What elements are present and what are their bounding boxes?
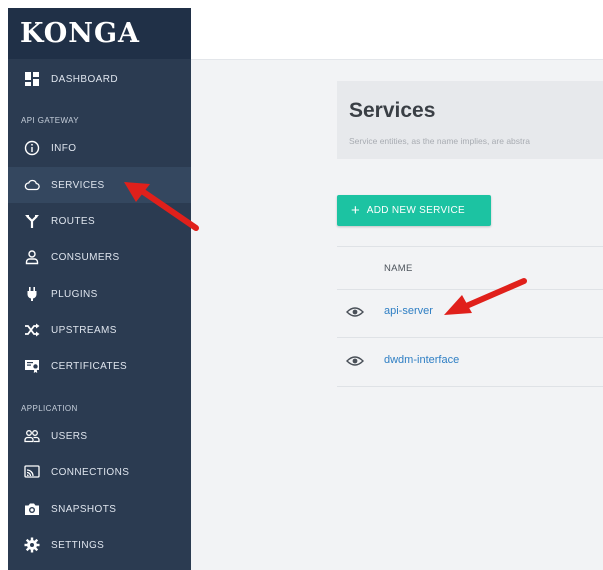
sidebar-item-routes[interactable]: ROUTES xyxy=(8,203,191,239)
shuffle-icon xyxy=(23,321,41,339)
sidebar-item-label: SETTINGS xyxy=(51,539,105,551)
sidebar-item-upstreams[interactable]: UPSTREAMS xyxy=(8,312,191,348)
cloud-icon xyxy=(23,176,41,194)
sidebar-item-label: CONNECTIONS xyxy=(51,466,130,478)
sidebar-item-plugins[interactable]: PLUGINS xyxy=(8,276,191,312)
page-description: Service entities, as the name implies, a… xyxy=(349,136,530,146)
konga-logo[interactable]: KONGA xyxy=(8,8,191,59)
dashboard-icon xyxy=(23,70,41,88)
users-icon xyxy=(23,427,41,445)
sidebar-item-settings[interactable]: SETTINGS xyxy=(8,527,191,563)
sidebar-item-label: SNAPSHOTS xyxy=(51,503,117,515)
sidebar-item-label: DASHBOARD xyxy=(51,73,118,85)
sidebar-item-info[interactable]: INFO xyxy=(8,130,191,166)
user-icon xyxy=(23,248,41,266)
sidebar-item-label: UPSTREAMS xyxy=(51,324,117,336)
routes-icon xyxy=(23,212,41,230)
certificate-icon xyxy=(23,357,41,375)
sidebar-item-label: USERS xyxy=(51,430,88,442)
page-header: Services Service entities, as the name i… xyxy=(337,81,603,159)
table-row: api-server xyxy=(337,289,603,338)
plug-icon xyxy=(23,285,41,303)
column-header-name[interactable]: NAME xyxy=(384,263,413,274)
add-new-service-button[interactable]: + ADD NEW SERVICE xyxy=(337,195,491,226)
sidebar-item-consumers[interactable]: CONSUMERS xyxy=(8,239,191,275)
sidebar-item-label: CONSUMERS xyxy=(51,251,120,263)
sidebar-item-services[interactable]: SERVICES xyxy=(8,167,191,203)
sidebar-item-connections[interactable]: CONNECTIONS xyxy=(8,454,191,490)
section-label-application: APPLICATION xyxy=(21,404,78,413)
sidebar-item-dashboard[interactable]: DASHBOARD xyxy=(8,61,191,97)
sidebar-item-label: ROUTES xyxy=(51,215,96,227)
table-row: dwdm-interface xyxy=(337,338,603,387)
sidebar-item-label: PLUGINS xyxy=(51,288,98,300)
sidebar-item-label: SERVICES xyxy=(51,179,105,191)
section-label-api-gateway: API GATEWAY xyxy=(21,116,80,125)
eye-icon[interactable] xyxy=(346,355,364,367)
add-button-label: ADD NEW SERVICE xyxy=(366,205,465,216)
sidebar-item-certificates[interactable]: CERTIFICATES xyxy=(8,348,191,384)
app-frame: KONGA DASHBOARD API GATEWAY INFO SERVICE… xyxy=(8,8,603,570)
sidebar-item-label: INFO xyxy=(51,142,77,154)
table-header: NAME xyxy=(337,246,603,290)
eye-icon[interactable] xyxy=(346,306,364,318)
info-icon xyxy=(23,139,41,157)
sidebar-item-users[interactable]: USERS xyxy=(8,418,191,454)
top-bar xyxy=(191,8,603,60)
sidebar: KONGA DASHBOARD API GATEWAY INFO SERVICE… xyxy=(8,8,191,570)
cast-icon xyxy=(23,463,41,481)
service-link[interactable]: api-server xyxy=(384,305,433,317)
sidebar-item-snapshots[interactable]: SNAPSHOTS xyxy=(8,491,191,527)
camera-icon xyxy=(23,500,41,518)
sidebar-item-label: CERTIFICATES xyxy=(51,360,128,372)
gear-icon xyxy=(23,536,41,554)
service-link[interactable]: dwdm-interface xyxy=(384,354,459,366)
page-title: Services xyxy=(349,99,436,122)
plus-icon: + xyxy=(351,202,360,219)
